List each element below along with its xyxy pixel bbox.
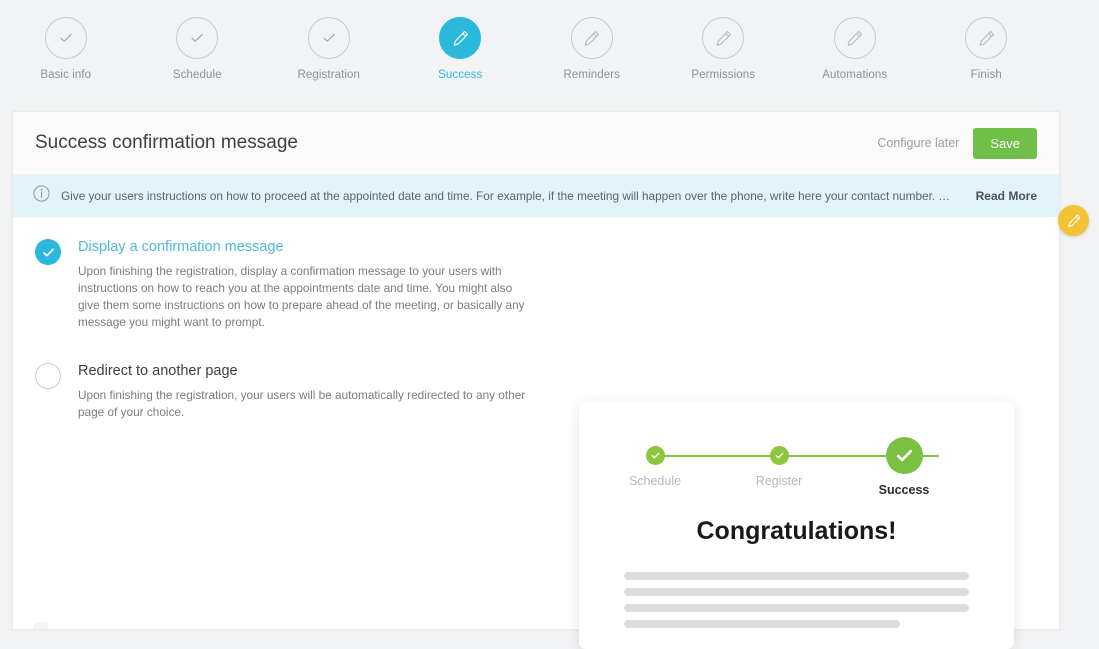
option-title: Redirect to another page [78,362,238,379]
confirmation-preview-card: Schedule Register Success Congratulation… [579,402,1014,649]
step-registration[interactable]: Registration [263,17,395,81]
pencil-icon [847,30,863,46]
step-circle-success [439,17,482,59]
preview-placeholder-text [624,572,969,628]
preview-step-label: Register [755,474,803,488]
radio-display-confirmation-message[interactable] [35,239,61,265]
preview-step-label: Success [878,483,930,497]
main-panel: Success confirmation message Configure l… [12,111,1089,649]
bottom-partial-element [33,622,48,629]
step-circle-reminders [570,17,613,59]
step-permissions[interactable]: Permissions [658,17,790,81]
option-display-confirmation-message[interactable]: Display a confirmation message Upon fini… [35,239,573,331]
preview-step-register: Register [734,437,824,488]
radio-redirect-to-another-page[interactable] [35,362,61,389]
placeholder-line [624,588,969,596]
step-reminders[interactable]: Reminders [526,17,658,81]
step-label-basic-info: Basic info [40,69,92,81]
step-label-registration: Registration [297,69,361,81]
panel-header: Success confirmation message Configure l… [13,112,1059,175]
step-circle-basic-info [44,17,87,59]
step-circle-registration [307,17,350,59]
check-icon [323,33,335,42]
step-circle-permissions [702,17,745,59]
placeholder-line [624,620,900,628]
header-actions: Configure later Save [877,127,1037,159]
options-column: Display a confirmation message Upon fini… [13,239,573,629]
pencil-icon [1067,214,1080,227]
pencil-icon [716,30,731,46]
info-banner: Give your users instructions on how to p… [13,175,1059,217]
option-title: Display a confirmation message [78,239,284,255]
preview-step-dot [645,446,665,465]
step-automations[interactable]: Automations [789,17,921,81]
step-basic-info[interactable]: Basic info [0,17,132,81]
step-circle-automations [833,17,876,59]
option-description: Upon finishing the registration, your us… [78,388,526,420]
preview-step-dot [769,446,789,465]
step-label-finish: Finish [970,69,1002,81]
placeholder-line [624,572,969,580]
wizard-stepper: Basic info Schedule Registration Success [0,0,1099,94]
step-label-schedule: Schedule [172,69,222,81]
page-title: Success confirmation message [35,132,298,153]
save-button[interactable]: Save [973,127,1037,159]
step-label-success: Success [438,69,483,81]
check-icon [60,33,72,42]
step-circle-finish [965,17,1008,59]
step-finish[interactable]: Finish [921,17,1053,81]
preview-step-dot [885,437,923,474]
preview-progress: Schedule Register Success [624,437,969,497]
pencil-icon [979,30,994,46]
check-icon [651,452,659,459]
step-success[interactable]: Success [395,17,527,81]
preview-heading: Congratulations! [696,517,897,545]
option-text-group: Redirect to another page Upon finishing … [78,363,526,421]
info-banner-text: Give your users instructions on how to p… [61,189,952,203]
preview-step-label: Schedule [628,474,682,488]
configure-later-link[interactable]: Configure later [877,136,959,150]
step-schedule[interactable]: Schedule [132,17,264,81]
preview-step-success: Success [859,437,949,497]
step-label-automations: Automations [822,69,888,81]
placeholder-line [624,604,969,612]
check-icon [42,248,54,257]
option-description: Upon finishing the registration, display… [78,264,525,329]
preview-step-schedule: Schedule [610,437,700,488]
step-label-reminders: Reminders [563,69,620,81]
check-icon [775,452,783,459]
pencil-icon [453,30,468,46]
option-text-group: Display a confirmation message Upon fini… [78,239,526,331]
step-label-permissions: Permissions [691,69,756,81]
panel-body: Display a confirmation message Upon fini… [13,217,1059,649]
step-circle-schedule [176,17,219,59]
check-icon [896,449,912,462]
pencil-icon [584,30,600,46]
read-more-link[interactable]: Read More [952,189,1037,203]
edit-preview-badge[interactable] [1058,205,1089,236]
option-redirect-to-another-page[interactable]: Redirect to another page Upon finishing … [35,362,573,421]
check-icon [191,33,203,42]
info-icon [33,185,50,207]
